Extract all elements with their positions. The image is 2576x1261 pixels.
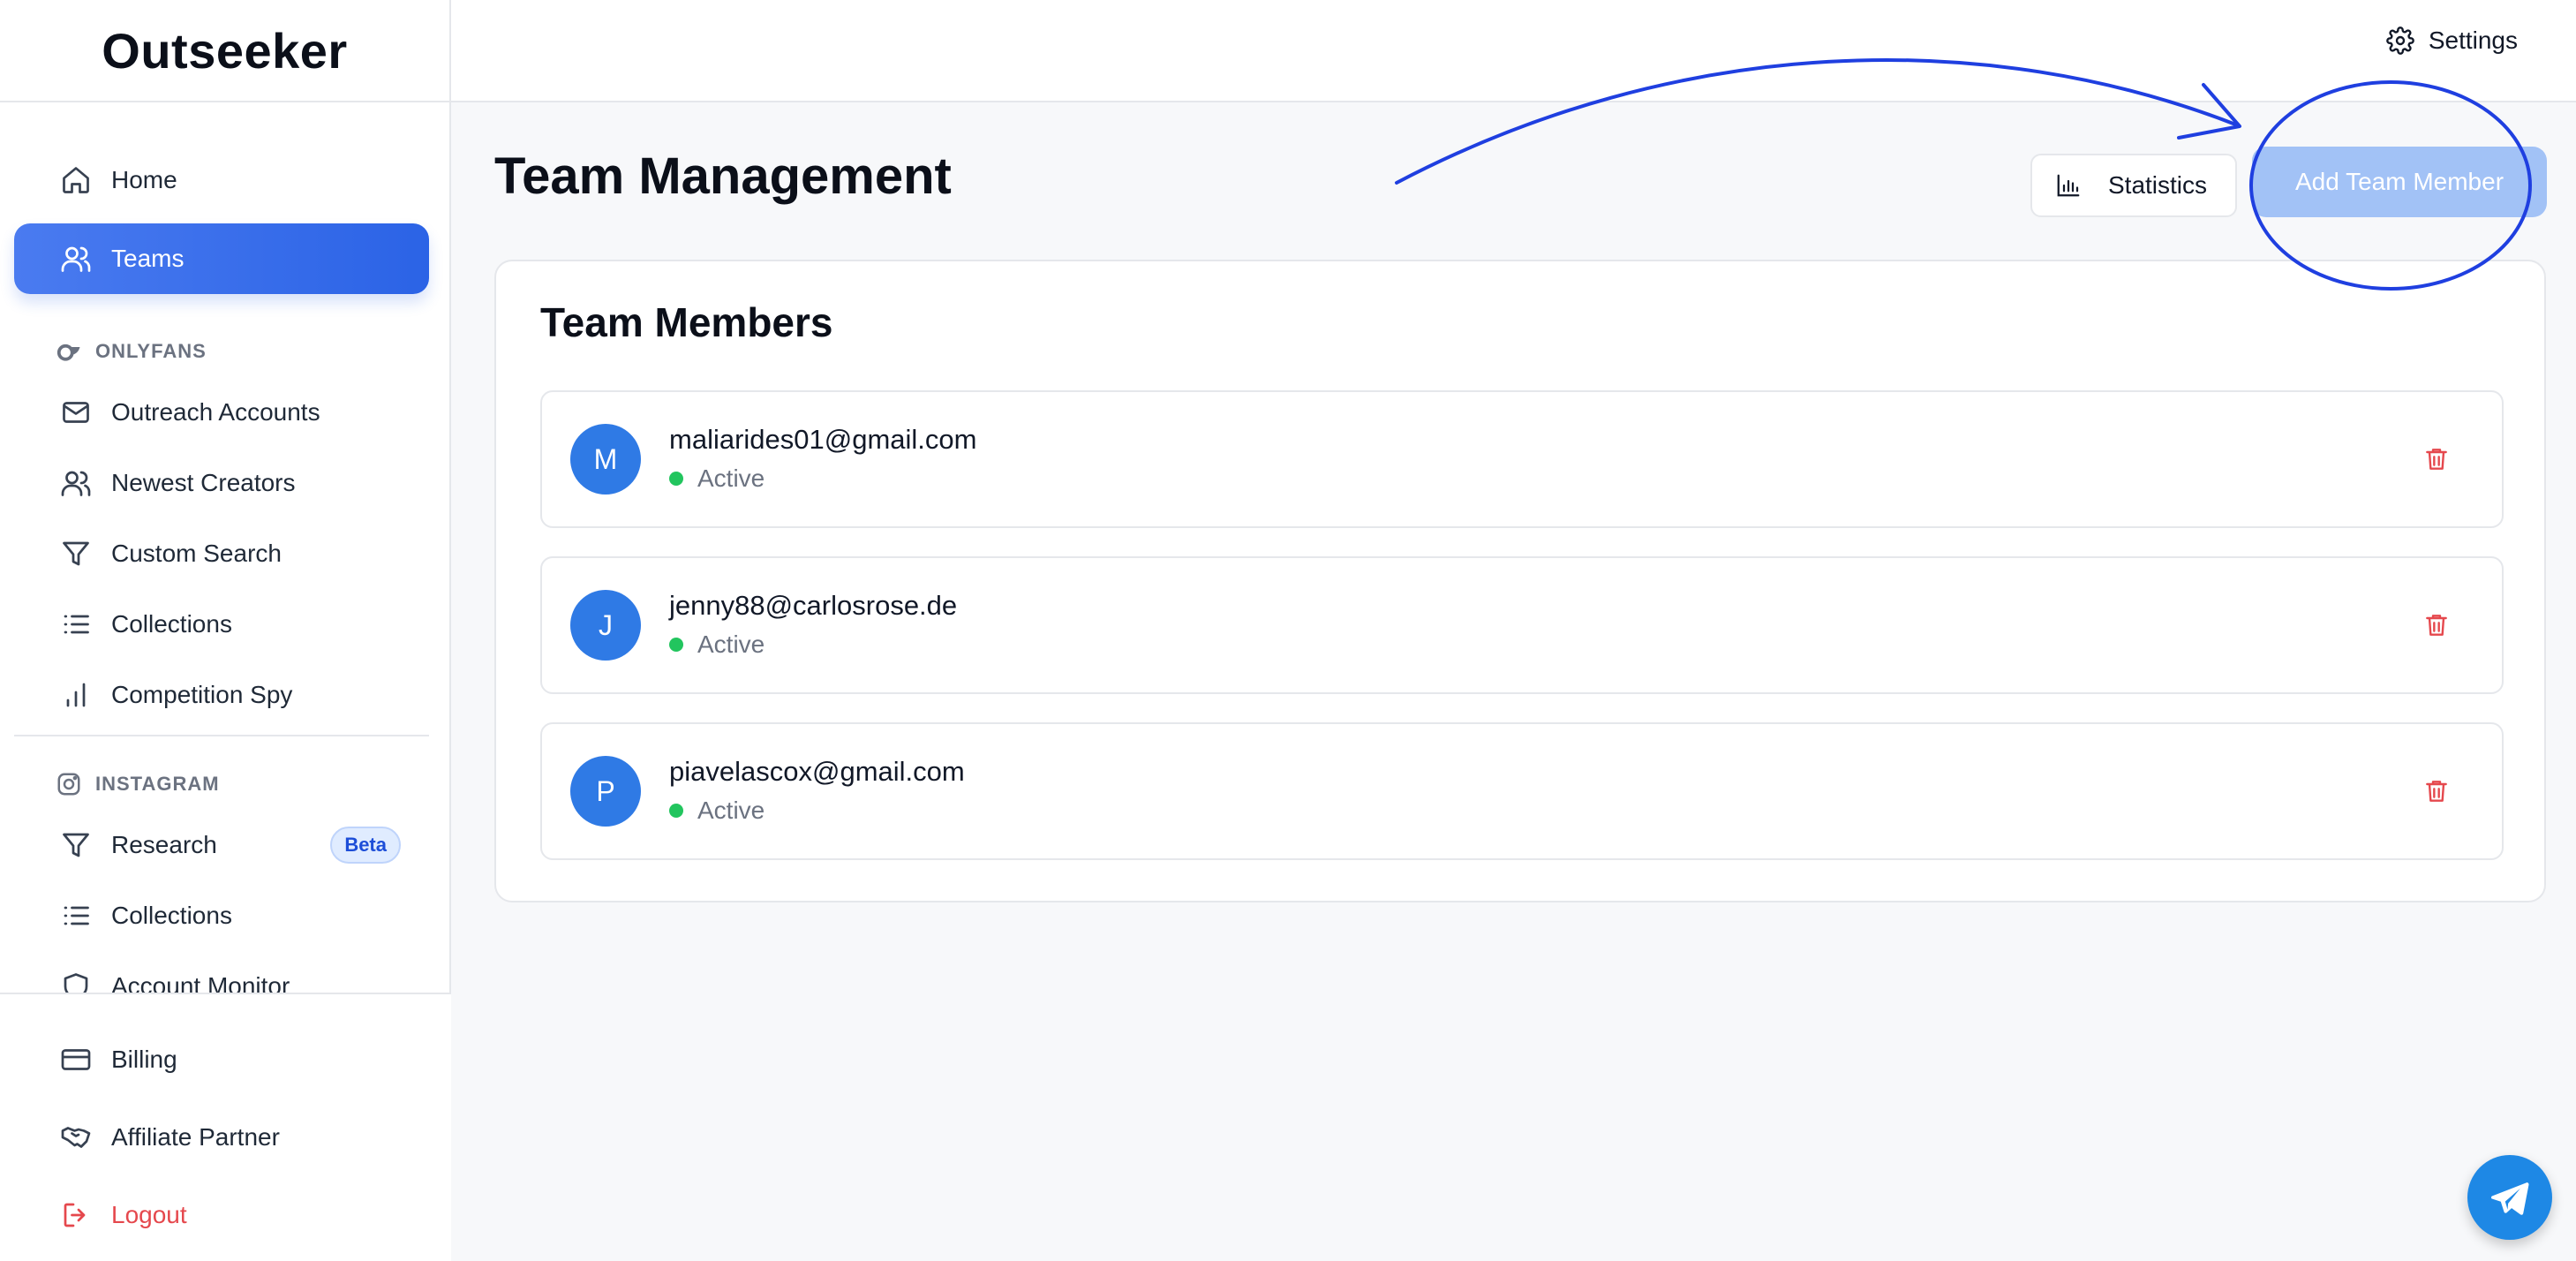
section-label-text: ONLYFANS xyxy=(95,340,207,362)
divider xyxy=(14,735,429,736)
sidebar-item-label: Research xyxy=(111,831,217,858)
sidebar-item-billing[interactable]: Billing xyxy=(14,1024,429,1095)
logo[interactable]: Outseeker xyxy=(102,22,347,79)
logout-icon xyxy=(58,1197,94,1233)
top-bar: Settings xyxy=(451,0,2576,102)
mail-icon xyxy=(58,395,94,430)
sidebar-item-label: Billing xyxy=(111,1046,177,1073)
logo-area: Outseeker xyxy=(0,0,449,102)
sidebar-item-collections[interactable]: Collections xyxy=(14,589,429,660)
settings-label: Settings xyxy=(2428,26,2518,54)
users-icon xyxy=(58,241,94,276)
sidebar-item-label: Collections xyxy=(111,902,232,929)
sidebar-item-label: Collections xyxy=(111,610,232,638)
sidebar-item-label: Teams xyxy=(111,245,185,272)
avatar: J xyxy=(570,590,641,661)
statistics-button[interactable]: Statistics xyxy=(2030,154,2237,217)
status-dot xyxy=(669,472,683,486)
member-email: maliarides01@gmail.com xyxy=(669,424,977,455)
sidebar-item-outreach-accounts[interactable]: Outreach Accounts xyxy=(14,377,429,448)
status-label: Active xyxy=(697,464,765,492)
delete-member-button[interactable] xyxy=(2419,608,2454,643)
card-title: Team Members xyxy=(540,299,833,345)
section-label-onlyfans: ONLYFANS xyxy=(55,337,207,366)
sidebar-item-label: Custom Search xyxy=(111,540,282,567)
status-dot xyxy=(669,804,683,818)
sidebar-item-label: Logout xyxy=(111,1201,187,1228)
trash-icon xyxy=(2426,615,2447,636)
sidebar-bottom: Billing Affiliate Partner Logout xyxy=(0,993,451,1261)
credit-card-icon xyxy=(58,1042,94,1077)
sidebar-item-label: Outreach Accounts xyxy=(111,398,320,426)
home-icon xyxy=(58,162,94,198)
trash-icon xyxy=(2426,781,2447,802)
status-label: Active xyxy=(697,630,765,658)
sidebar-item-custom-search[interactable]: Custom Search xyxy=(14,518,429,589)
member-status: Active xyxy=(669,797,765,825)
member-status: Active xyxy=(669,464,765,493)
statistics-label: Statistics xyxy=(2108,171,2208,199)
member-email: piavelascox@gmail.com xyxy=(669,756,965,787)
sidebar-item-affiliate-partner[interactable]: Affiliate Partner xyxy=(14,1102,429,1173)
section-label-instagram: INSTAGRAM xyxy=(55,770,220,798)
settings-link[interactable]: Settings xyxy=(2386,26,2518,55)
delete-member-button[interactable] xyxy=(2419,442,2454,477)
users-icon xyxy=(58,465,94,501)
member-status: Active xyxy=(669,630,765,659)
status-dot xyxy=(669,638,683,652)
list-icon xyxy=(58,607,94,642)
sidebar-item-logout[interactable]: Logout xyxy=(14,1180,429,1250)
instagram-icon xyxy=(55,770,83,798)
sidebar-item-label: Home xyxy=(111,166,177,193)
telegram-icon xyxy=(2490,1182,2529,1215)
sidebar-item-teams[interactable]: Teams xyxy=(14,223,429,294)
sidebar-item-newest-creators[interactable]: Newest Creators xyxy=(14,448,429,518)
team-members-card: Team Members M maliarides01@gmail.com Ac… xyxy=(494,260,2546,902)
sidebar-item-competition-spy[interactable]: Competition Spy xyxy=(14,660,429,730)
list-icon xyxy=(58,898,94,933)
section-label-text: INSTAGRAM xyxy=(95,773,220,795)
filter-icon xyxy=(58,827,94,863)
sidebar-item-label: Affiliate Partner xyxy=(111,1123,280,1151)
avatar: M xyxy=(570,424,641,495)
sidebar-item-label: Competition Spy xyxy=(111,681,293,708)
member-row: M maliarides01@gmail.com Active xyxy=(540,390,2504,528)
sidebar: Outseeker Home Teams ONLYFANS Outreach A… xyxy=(0,0,451,1261)
status-label: Active xyxy=(697,797,765,824)
member-row: J jenny88@carlosrose.de Active xyxy=(540,556,2504,694)
sidebar-item-label: Newest Creators xyxy=(111,469,296,496)
delete-member-button[interactable] xyxy=(2419,774,2454,809)
sidebar-item-research[interactable]: Research Beta xyxy=(14,810,429,880)
telegram-chat-button[interactable] xyxy=(2467,1155,2552,1240)
sidebar-item-home[interactable]: Home xyxy=(14,145,429,215)
page-title: Team Management xyxy=(494,147,952,205)
beta-badge: Beta xyxy=(330,827,401,864)
sidebar-item-ig-collections[interactable]: Collections xyxy=(14,880,429,951)
member-email: jenny88@carlosrose.de xyxy=(669,590,958,621)
member-row: P piavelascox@gmail.com Active xyxy=(540,722,2504,860)
avatar: P xyxy=(570,756,641,827)
onlyfans-icon xyxy=(55,337,83,366)
add-team-member-button[interactable]: Add Team Member xyxy=(2252,147,2547,217)
bar-chart-icon xyxy=(2057,174,2080,197)
trash-icon xyxy=(2426,449,2447,470)
handshake-icon xyxy=(58,1120,94,1155)
filter-icon xyxy=(58,536,94,571)
gear-icon xyxy=(2386,26,2414,55)
bar-chart-icon xyxy=(58,677,94,713)
